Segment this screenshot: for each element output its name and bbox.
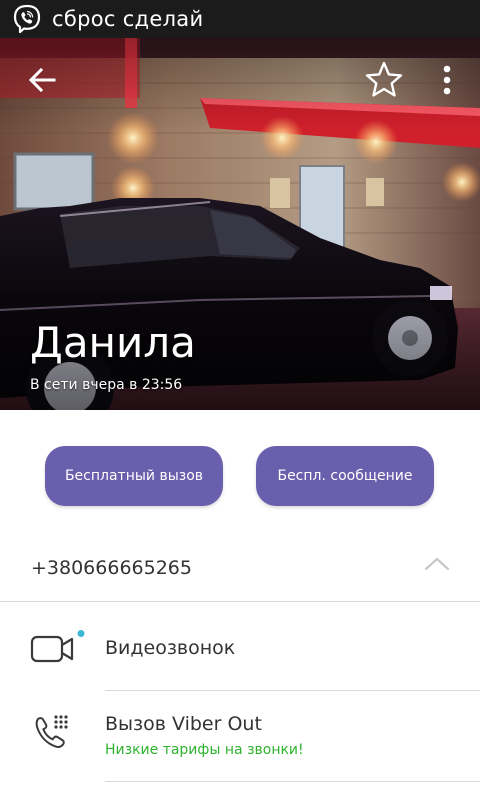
video-call-label: Видеозвонок bbox=[105, 637, 236, 659]
favorite-star-icon[interactable] bbox=[362, 58, 406, 102]
status-bar: сброс сделай bbox=[0, 0, 480, 38]
contact-name: Данила bbox=[30, 318, 196, 367]
last-seen-status: В сети вчера в 23:56 bbox=[30, 377, 183, 393]
more-vertical-icon[interactable] bbox=[432, 60, 462, 100]
phone-number-row[interactable]: +380666665265 bbox=[0, 538, 480, 600]
phone-number: +380666665265 bbox=[31, 557, 192, 579]
contact-header: Данила В сети вчера в 23:56 bbox=[0, 38, 480, 410]
free-message-button[interactable]: Беспл. сообщение bbox=[256, 446, 434, 506]
viber-out-label: Вызов Viber Out bbox=[105, 713, 262, 735]
viber-out-promo: Низкие тарифы на звонки! bbox=[105, 742, 304, 758]
viber-logo-icon bbox=[12, 4, 42, 34]
free-call-button[interactable]: Бесплатный вызов bbox=[45, 446, 223, 506]
phone-dialpad-icon bbox=[30, 713, 74, 757]
video-camera-icon bbox=[30, 630, 88, 666]
video-call-row[interactable]: Видеозвонок bbox=[0, 602, 480, 690]
chevron-up-icon[interactable] bbox=[424, 556, 450, 572]
divider bbox=[105, 781, 480, 782]
viber-out-row[interactable]: Вызов Viber Out Низкие тарифы на звонки! bbox=[0, 691, 480, 781]
status-text: сброс сделай bbox=[52, 7, 204, 31]
back-arrow-icon[interactable] bbox=[22, 60, 62, 100]
